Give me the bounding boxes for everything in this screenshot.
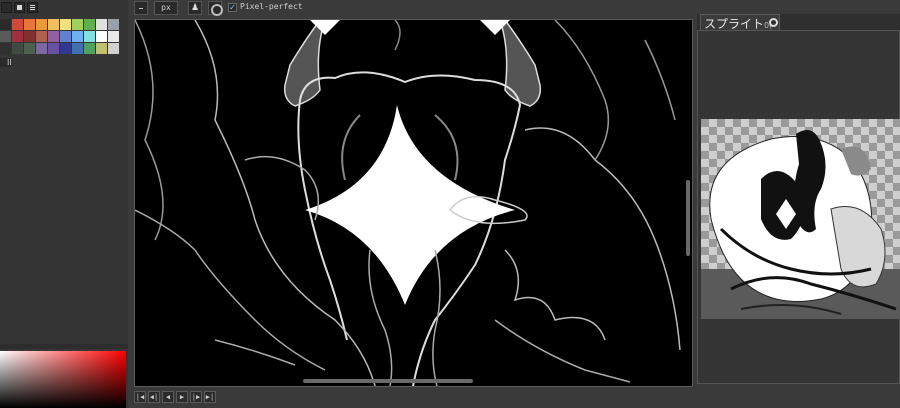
ring-icon[interactable] [208,1,223,16]
palette-swatch[interactable] [12,43,23,54]
palette-swatch[interactable] [84,31,95,42]
palette-swatch[interactable] [0,31,11,42]
palette-swatch[interactable] [48,31,59,42]
horizontal-scrollbar[interactable] [303,379,473,383]
palette-swatch[interactable] [60,19,71,30]
palette-swatch[interactable] [72,19,83,30]
palette-swatch[interactable] [108,43,119,54]
palette-swatch[interactable] [96,19,107,30]
palette-menu-icon[interactable] [27,2,38,13]
palette-swatch[interactable] [36,19,47,30]
palette-swatch[interactable] [108,31,119,42]
palette-swatch[interactable] [0,19,11,30]
palette-swatch[interactable] [36,43,47,54]
sprite-panel-footer [697,384,900,408]
next-frame-button[interactable]: |▶ [190,391,202,403]
palette-swatch[interactable] [12,19,23,30]
palette-swatch[interactable] [24,31,35,42]
palette-toolbar [0,0,128,15]
pixel-perfect-checkbox[interactable]: ✓ [228,3,237,12]
last-frame-button[interactable]: ▶| [204,391,216,403]
context-toolbar: px ♟ ✓ Pixel-perfect [134,0,694,16]
play-reverse-button[interactable]: ◀ [162,391,174,403]
first-frame-button[interactable]: |◀ [134,391,146,403]
canvas-artwork [135,20,692,386]
aseprite-window: II px ♟ ✓ Pixel-perfect |◀ ◀| ◀ ▶ |▶ ▶| … [0,0,900,408]
sprite-preview [701,119,900,319]
palette-index-label: II [7,58,12,67]
palette-swatch[interactable] [84,19,95,30]
palette-swatch[interactable] [108,19,119,30]
palette-swatch[interactable] [84,43,95,54]
palette-swatch[interactable] [24,19,35,30]
left-panel: II [0,0,128,408]
palette-swatch[interactable] [60,31,71,42]
palette-square-icon[interactable] [14,2,25,13]
palette-swatch[interactable] [72,43,83,54]
color-palette [0,19,119,54]
play-button[interactable]: ▶ [176,391,188,403]
palette-swatch[interactable] [96,43,107,54]
pen-icon[interactable]: ♟ [188,1,202,15]
color-picker[interactable] [0,351,126,408]
palette-swatch[interactable] [72,31,83,42]
sprite-tab[interactable]: スプライト0( [700,14,780,31]
close-tab-icon[interactable] [769,18,778,27]
palette-swatch[interactable] [36,31,47,42]
drawing-canvas[interactable] [134,19,693,387]
palette-swatch[interactable] [96,31,107,42]
dash-icon[interactable] [134,1,148,15]
palette-swatch[interactable] [48,43,59,54]
pixel-perfect-label: Pixel-perfect [240,2,303,11]
palette-swatch[interactable] [48,19,59,30]
unit-selector[interactable]: px [154,1,178,15]
vertical-scrollbar[interactable] [686,180,690,256]
palette-swatch[interactable] [0,43,11,54]
animation-controls: |◀ ◀| ◀ ▶ |▶ ▶| [134,389,694,407]
previous-frame-button[interactable]: ◀| [148,391,160,403]
panel-divider[interactable] [0,344,128,349]
palette-options-button[interactable] [1,2,12,13]
preview-artwork [701,119,900,319]
palette-swatch[interactable] [24,43,35,54]
palette-swatch[interactable] [60,43,71,54]
palette-swatch[interactable] [12,31,23,42]
